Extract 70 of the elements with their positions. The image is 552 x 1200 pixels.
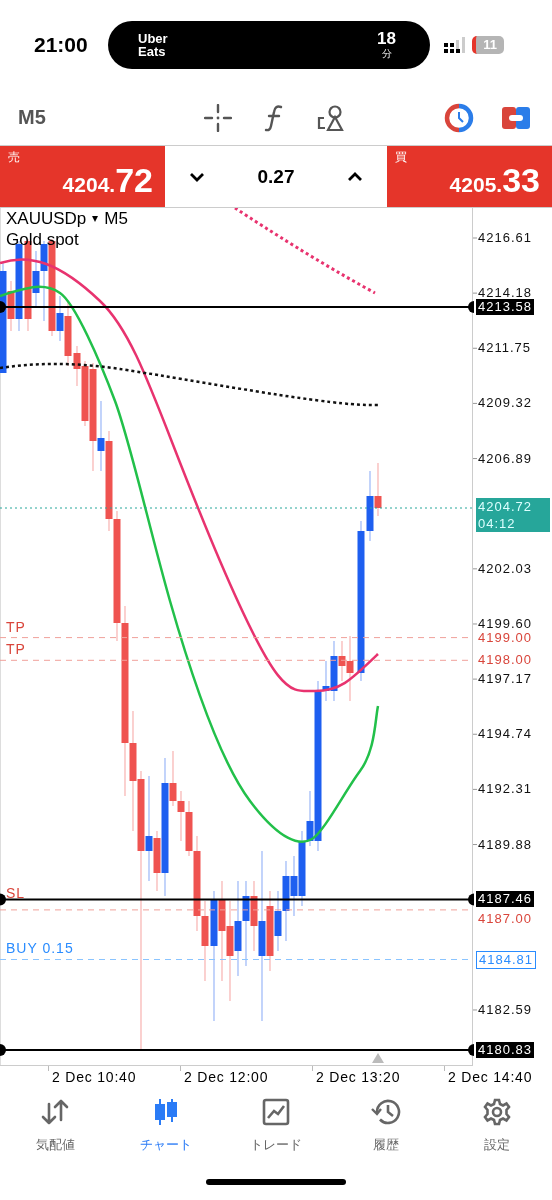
tab[interactable]: 設定: [441, 1098, 552, 1154]
signal-icon: [444, 37, 466, 53]
sell-label: 売: [8, 150, 21, 164]
price-tick: 4194.74: [477, 726, 533, 743]
price-tick: 4189.88: [477, 836, 533, 853]
trade-panel-icon[interactable]: [501, 106, 530, 129]
price-digits: 4205.: [449, 172, 503, 198]
price-level-line[interactable]: [0, 301, 475, 313]
spread-value: 0.27: [257, 165, 295, 188]
current-price: 4204.72: [478, 498, 533, 515]
function-icon[interactable]: [264, 103, 284, 132]
line-chart-icon: [262, 1098, 290, 1126]
price-tick: 4199.60: [477, 615, 533, 632]
battery-level: 11: [472, 36, 504, 54]
sell-price-panel[interactable]: 売 4204.72: [0, 146, 165, 207]
price-digits: 4204.: [62, 172, 116, 198]
timeframe-label[interactable]: M5: [0, 106, 190, 129]
take-profit-label: TP: [6, 641, 26, 658]
time-tick: 2 Dec 14:40: [448, 1069, 533, 1085]
symbol-description: Gold spot: [6, 229, 80, 250]
tab[interactable]: 気配値: [0, 1098, 111, 1154]
crosshair-icon[interactable]: [204, 103, 232, 132]
stop-loss-label: SL: [6, 884, 26, 901]
minutes-count: 18: [377, 30, 396, 48]
time-tick: 2 Dec 10:40: [52, 1069, 137, 1085]
price-tick: 4209.32: [477, 395, 533, 412]
price-tick: 4216.61: [477, 230, 533, 246]
price-tick: 4202.03: [477, 560, 533, 577]
tab[interactable]: チャート: [110, 1098, 221, 1154]
clock-time: 21:00: [34, 33, 89, 57]
shapes-icon[interactable]: [317, 103, 345, 132]
price-pips: 33: [502, 162, 540, 198]
price-pips: 72: [115, 162, 153, 198]
history-icon: [371, 1098, 402, 1126]
time-tick: 2 Dec 13:20: [316, 1069, 401, 1085]
buy-price-panel[interactable]: 買 4205.33: [387, 146, 552, 207]
price-tick: 4197.17: [477, 671, 533, 688]
arrows-icon: [40, 1098, 71, 1126]
order-label: BUY 0.15: [6, 939, 74, 956]
price-level-line[interactable]: [0, 1044, 475, 1056]
chevron-up-icon[interactable]: [347, 171, 363, 182]
price-label: 4213.58: [476, 299, 534, 315]
price-tick: 4206.89: [477, 450, 533, 467]
time-tick: 2 Dec 12:00: [184, 1069, 269, 1085]
price-label: 4199.00: [477, 629, 533, 646]
bar-countdown: 04:12: [478, 515, 517, 532]
symbol-label[interactable]: XAUUSDp: [6, 208, 87, 229]
candlestick-icon: [152, 1098, 179, 1126]
app-name: Uber: [138, 32, 168, 45]
price-label: 4180.83: [476, 1042, 534, 1058]
price-tick: 4214.18: [477, 285, 533, 302]
live-activity[interactable]: Uber Eats 18 分: [108, 21, 430, 69]
price-label: 4198.00: [477, 652, 533, 669]
chevron-down-icon[interactable]: [189, 171, 205, 182]
buy-label: 買: [395, 150, 408, 164]
timeframe-label: M5: [104, 208, 128, 229]
price-tick: 4211.75: [477, 340, 533, 357]
settings-icon: [482, 1098, 511, 1126]
app-name: Eats: [138, 45, 167, 58]
take-profit-label: TP: [6, 618, 26, 635]
tab[interactable]: トレード: [220, 1098, 332, 1154]
minutes-unit: 分: [381, 48, 392, 60]
price-label: 4187.46: [476, 891, 534, 908]
price-tick: 4182.59: [477, 1001, 533, 1018]
price-label: 4187.00: [477, 910, 533, 927]
dropdown-icon[interactable]: ▾: [92, 208, 99, 229]
order-price-label: 4184.81: [476, 950, 536, 969]
tab[interactable]: 履歴: [331, 1098, 442, 1154]
one-click-trading-icon[interactable]: [444, 102, 474, 133]
price-tick: 4192.31: [477, 781, 533, 798]
